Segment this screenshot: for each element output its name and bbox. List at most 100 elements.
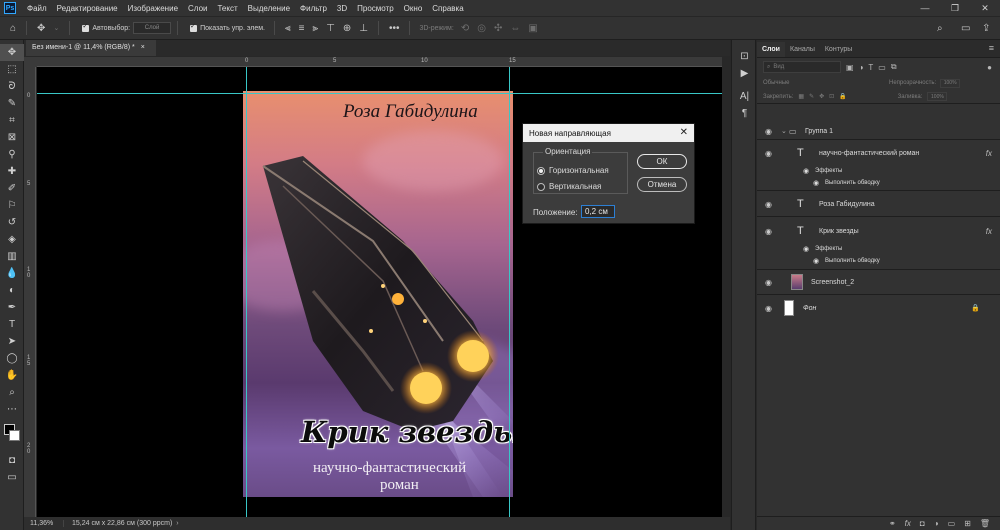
- eye-icon[interactable]: ◉: [765, 304, 772, 313]
- layer-background[interactable]: ◉ Фон 🔒: [757, 299, 1000, 317]
- more-tools-icon[interactable]: ⋯: [0, 401, 24, 418]
- ok-button[interactable]: ОК: [637, 154, 687, 169]
- document-info[interactable]: 15,24 см x 22,86 см (300 ppcm): [64, 520, 172, 527]
- position-input[interactable]: 0,2 см: [581, 205, 615, 218]
- delete-layer-icon[interactable]: 🗑: [980, 519, 990, 528]
- align-left-icon[interactable]: ⫷: [285, 23, 291, 34]
- menu-layers[interactable]: Слои: [183, 4, 212, 13]
- home-icon[interactable]: ⌂: [10, 23, 16, 34]
- filter-smart-object-icon[interactable]: ⧉: [891, 62, 897, 72]
- lock-artboard-icon[interactable]: ⊡: [829, 93, 834, 100]
- layer-text-title[interactable]: ◉ T Крик звезды fx: [757, 223, 1000, 239]
- layer-filter-dropdown[interactable]: ⌕ Вид: [763, 61, 841, 73]
- align-bottom-icon[interactable]: ⊥: [359, 23, 368, 34]
- chevron-down-icon[interactable]: ⌄: [53, 24, 59, 32]
- new-layer-icon[interactable]: ⊞: [964, 519, 971, 528]
- new-group-icon[interactable]: ▭: [948, 519, 956, 528]
- cover-title-text[interactable]: Крик звезды: [301, 415, 513, 449]
- zoom-level[interactable]: 11,36%: [24, 520, 64, 527]
- layer-name[interactable]: Роза Габидулина: [819, 201, 875, 208]
- vertical-radio-option[interactable]: Вертикальная: [537, 182, 601, 191]
- menu-view[interactable]: Просмотр: [352, 4, 399, 13]
- layer-screenshot[interactable]: ◉ Screenshot_2: [757, 273, 1000, 291]
- dodge-tool-icon[interactable]: ◐: [0, 282, 24, 299]
- lock-icon[interactable]: 🔒: [971, 304, 980, 312]
- menu-image[interactable]: Изображение: [123, 4, 183, 13]
- eye-icon[interactable]: ◉: [765, 227, 772, 236]
- lock-position-icon[interactable]: ✥: [819, 93, 824, 100]
- vertical-ruler[interactable]: 0 5 1 0 1 5 2 0: [24, 67, 36, 517]
- vertical-guide[interactable]: [509, 67, 510, 517]
- effects-row[interactable]: ◉ Эффекты: [757, 243, 1000, 254]
- autoselect-checkbox[interactable]: [82, 22, 90, 32]
- opacity-input[interactable]: 100%: [940, 78, 961, 88]
- new-adjustment-icon[interactable]: ◑: [934, 519, 939, 528]
- vertical-radio[interactable]: [537, 182, 545, 191]
- eye-icon[interactable]: ◉: [765, 149, 772, 158]
- layer-name[interactable]: Screenshot_2: [811, 279, 854, 286]
- eyedropper-tool-icon[interactable]: ⚲: [0, 146, 24, 163]
- frame-tool-icon[interactable]: ⊠: [0, 129, 24, 146]
- filter-toggle-icon[interactable]: ●: [987, 63, 992, 72]
- filter-shape-icon[interactable]: ▭: [878, 63, 886, 72]
- 3d-pan-icon[interactable]: ✣: [494, 23, 502, 34]
- filter-type-icon[interactable]: T: [868, 63, 873, 72]
- character-panel-icon[interactable]: A|: [732, 88, 757, 105]
- panel-menu-icon[interactable]: ≡: [989, 43, 994, 53]
- add-style-icon[interactable]: fx: [905, 519, 911, 528]
- more-options-icon[interactable]: •••: [389, 23, 400, 34]
- eye-icon[interactable]: ◉: [813, 179, 819, 187]
- lock-all-icon[interactable]: 🔒: [839, 93, 846, 100]
- horizontal-ruler[interactable]: 0 5 10 15: [37, 57, 722, 67]
- ruler-origin[interactable]: [24, 57, 37, 67]
- tab-paths[interactable]: Контуры: [820, 42, 857, 57]
- eraser-tool-icon[interactable]: ◈: [0, 231, 24, 248]
- search-icon[interactable]: ⌕: [937, 23, 943, 34]
- layer-name[interactable]: Крик звезды: [819, 228, 859, 235]
- gradient-tool-icon[interactable]: ▥: [0, 248, 24, 265]
- cover-subtitle-line1[interactable]: научно-фантастический: [313, 460, 466, 477]
- history-brush-tool-icon[interactable]: ↺: [0, 214, 24, 231]
- quick-mask-icon[interactable]: ◘: [0, 452, 24, 469]
- move-tool-icon[interactable]: ✥: [0, 44, 24, 61]
- chevron-right-icon[interactable]: ›: [176, 520, 178, 527]
- fx-badge[interactable]: fx: [986, 149, 992, 158]
- eye-icon[interactable]: ◉: [765, 127, 772, 136]
- fx-badge[interactable]: fx: [986, 227, 992, 236]
- background-color-swatch[interactable]: [9, 430, 20, 441]
- history-icon[interactable]: ⊡: [732, 48, 757, 65]
- layer-name[interactable]: Фон: [803, 305, 816, 312]
- tab-channels[interactable]: Каналы: [785, 42, 820, 57]
- paragraph-panel-icon[interactable]: ¶: [732, 105, 757, 122]
- layer-text-author[interactable]: ◉ T Роза Габидулина: [757, 196, 1000, 212]
- screen-mode-icon[interactable]: ▭: [0, 469, 24, 486]
- brush-tool-icon[interactable]: ✐: [0, 180, 24, 197]
- filter-pixel-icon[interactable]: ▣: [846, 63, 854, 72]
- show-controls-checkbox[interactable]: [190, 22, 198, 32]
- align-right-icon[interactable]: ⫸: [312, 23, 318, 34]
- menu-type[interactable]: Текст: [212, 4, 242, 13]
- vertical-radio-label[interactable]: Вертикальная: [549, 182, 601, 191]
- close-icon[interactable]: ✕: [680, 127, 688, 138]
- cancel-button[interactable]: Отмена: [637, 177, 687, 192]
- 3d-scale-icon[interactable]: ▣: [528, 23, 537, 34]
- blur-tool-icon[interactable]: 💧: [0, 265, 24, 282]
- crop-tool-icon[interactable]: ⌗: [0, 112, 24, 129]
- cover-subtitle-line2[interactable]: роман: [380, 477, 419, 494]
- marquee-tool-icon[interactable]: ⬚: [0, 61, 24, 78]
- menu-file[interactable]: Файл: [22, 4, 52, 13]
- horizontal-guide[interactable]: [37, 93, 722, 94]
- share-icon[interactable]: ⇪: [982, 23, 990, 34]
- layer-group-1[interactable]: ◉ ⌄ ▭ Группа 1: [757, 124, 1000, 138]
- menu-filter[interactable]: Фильтр: [295, 4, 332, 13]
- color-swatches[interactable]: [0, 418, 23, 452]
- path-select-tool-icon[interactable]: ➤: [0, 333, 24, 350]
- 3d-orbit-icon[interactable]: ⟲: [461, 23, 469, 34]
- eye-icon[interactable]: ◉: [765, 200, 772, 209]
- hand-tool-icon[interactable]: ✋: [0, 367, 24, 384]
- eye-icon[interactable]: ◉: [803, 167, 809, 175]
- tab-layers[interactable]: Слои: [757, 42, 785, 57]
- vertical-guide[interactable]: [246, 67, 247, 517]
- eye-icon[interactable]: ◉: [803, 245, 809, 253]
- align-middle-icon[interactable]: ⊕: [343, 23, 351, 34]
